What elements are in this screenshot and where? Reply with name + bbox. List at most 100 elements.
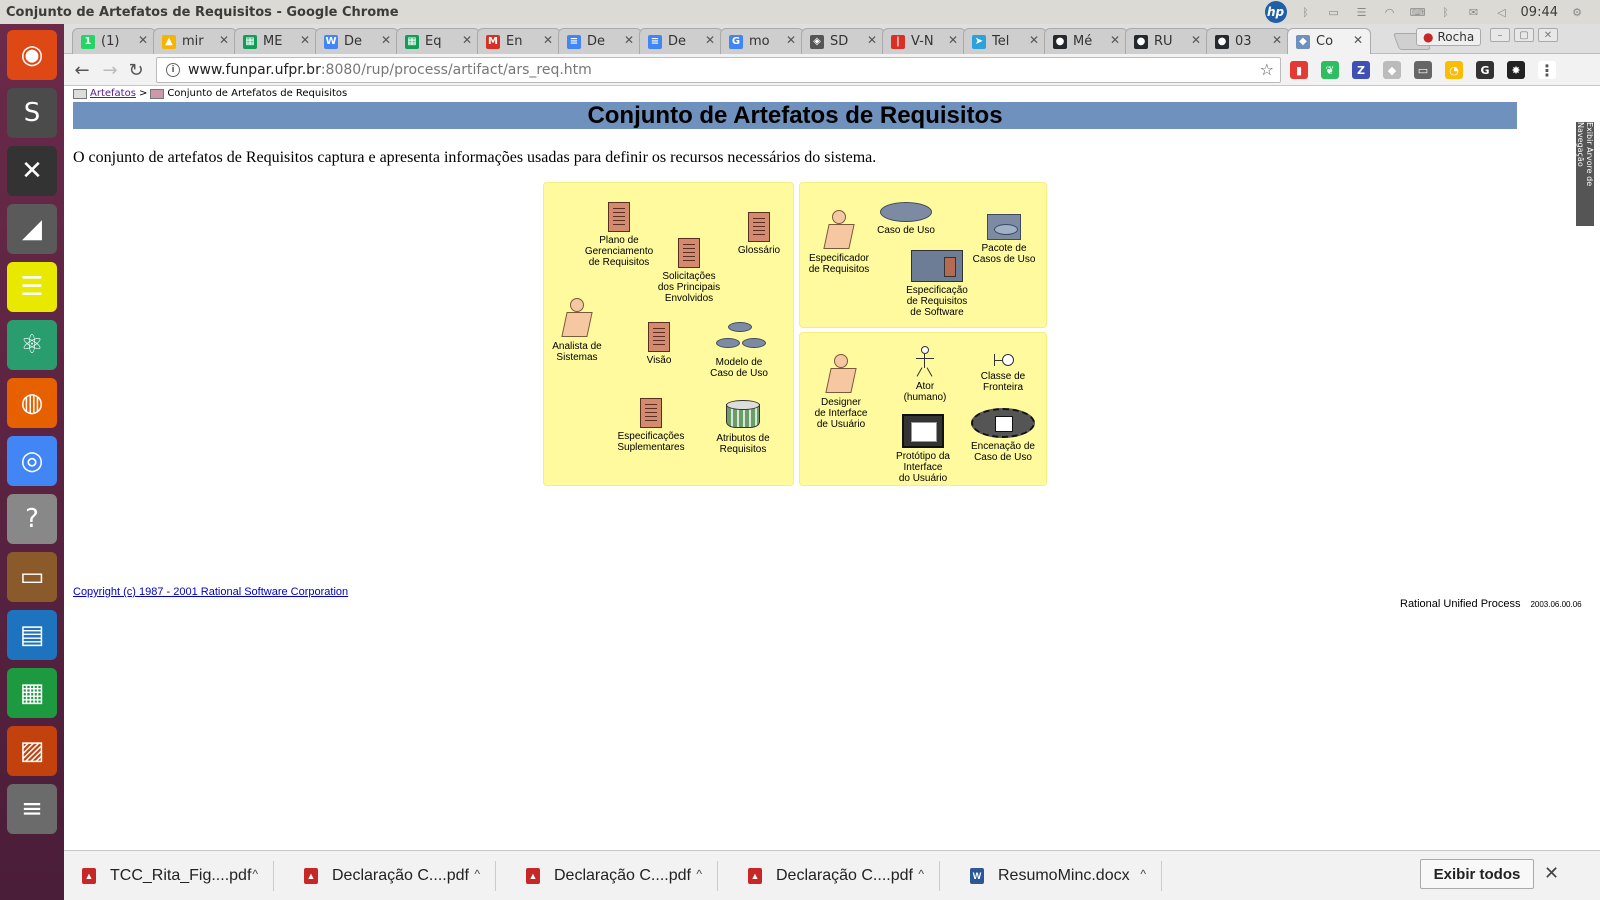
- pdf-reader-icon[interactable]: ◢: [7, 204, 57, 254]
- info-icon[interactable]: i: [166, 63, 180, 77]
- keyboard-layout-icon[interactable]: ⌨: [1409, 6, 1427, 19]
- user-interface-designer[interactable]: Designer de Interface de Usuário: [805, 354, 877, 430]
- chevron-up-icon[interactable]: ^: [252, 867, 258, 881]
- download-item[interactable]: ▲ Declaração C....pdf ^: [286, 857, 496, 895]
- tab-close-icon[interactable]: ✕: [786, 33, 796, 47]
- bookmark-star-icon[interactable]: ☆: [1260, 60, 1274, 79]
- ubuntu-dash-icon[interactable]: ◉: [7, 30, 57, 80]
- mail-indicator-icon[interactable]: ✉: [1465, 6, 1483, 19]
- tab-close-icon[interactable]: ✕: [381, 33, 391, 47]
- stakeholder-requests[interactable]: Solicitações dos Principais Envolvidos: [653, 238, 725, 304]
- clock[interactable]: 09:44: [1521, 5, 1558, 20]
- settings-gear-icon[interactable]: ⚙: [1568, 6, 1586, 19]
- download-item[interactable]: W ResumoMinc.docx ^: [952, 857, 1162, 895]
- boundary-class[interactable]: Classe de Fronteira: [969, 352, 1037, 393]
- chevron-up-icon[interactable]: ^: [1140, 867, 1146, 881]
- download-item[interactable]: ▲ Declaração C....pdf ^: [508, 857, 718, 895]
- wifi-icon[interactable]: ◠: [1381, 6, 1399, 19]
- tab[interactable]: | V-N ✕: [882, 28, 966, 54]
- tab[interactable]: Gmo ✕: [720, 28, 804, 54]
- tab[interactable]: W De ✕: [315, 28, 399, 54]
- tab[interactable]: ▦ Eq ✕: [396, 28, 480, 54]
- navigation-tree-toggle[interactable]: Exibir Árvore de Navegação: [1576, 122, 1594, 226]
- tab-close-icon[interactable]: ✕: [1110, 33, 1120, 47]
- tab[interactable]: ● Mé ✕: [1044, 28, 1128, 54]
- calc-icon[interactable]: ▦: [7, 668, 57, 718]
- tab-close-icon[interactable]: ✕: [138, 33, 148, 47]
- glossary[interactable]: Glossário: [733, 212, 785, 256]
- help-icon[interactable]: ?: [7, 494, 57, 544]
- firefox-icon[interactable]: ◍: [7, 378, 57, 428]
- use-case-storyboard[interactable]: Encenação de Caso de Uso: [963, 408, 1043, 463]
- tab-close-icon[interactable]: ✕: [219, 33, 229, 47]
- requirements-specifier[interactable]: Especificador de Requisitos: [803, 210, 875, 275]
- tab-close-icon[interactable]: ✕: [948, 33, 958, 47]
- show-all-downloads-button[interactable]: Exibir todos: [1420, 859, 1534, 889]
- chevron-up-icon[interactable]: ^: [918, 867, 924, 881]
- use-case[interactable]: Caso de Uso: [869, 202, 943, 236]
- tab[interactable]: 1 (1) ✕: [72, 28, 156, 54]
- grammarly-extension-icon[interactable]: G: [1476, 61, 1494, 79]
- files-icon[interactable]: ▭: [7, 552, 57, 602]
- address-bar[interactable]: i www.funpar.ufpr.br:8080/rup/process/ar…: [156, 57, 1281, 83]
- tab-close-icon[interactable]: ✕: [1191, 33, 1201, 47]
- profile-button[interactable]: ● Rocha: [1416, 28, 1482, 46]
- tab[interactable]: ≡ De ✕: [639, 28, 723, 54]
- menu-icon[interactable]: ⋮: [1538, 61, 1556, 80]
- tab[interactable]: ◈ SD ✕: [801, 28, 885, 54]
- download-item[interactable]: ▲ Declaração C....pdf ^: [730, 857, 940, 895]
- tab-close-icon[interactable]: ✕: [462, 33, 472, 47]
- actor-human[interactable]: Ator (humano): [893, 346, 957, 403]
- hp-icon[interactable]: hp: [1264, 1, 1287, 23]
- keyboard-indicator-icon[interactable]: ☰: [1353, 6, 1371, 19]
- back-arrow-icon[interactable]: ←: [72, 60, 92, 81]
- chevron-up-icon[interactable]: ^: [696, 867, 702, 881]
- requirements-management-plan[interactable]: Plano de Gerenciamento de Requisitos: [583, 202, 655, 268]
- chrome-icon[interactable]: ◎: [7, 436, 57, 486]
- minimize-button[interactable]: –: [1490, 28, 1510, 42]
- bar-chart-extension-icon[interactable]: ▮: [1290, 61, 1308, 79]
- forward-arrow-icon[interactable]: →: [100, 60, 120, 81]
- cast-icon[interactable]: ▭: [1414, 61, 1432, 79]
- tab-close-icon[interactable]: ✕: [1272, 33, 1282, 47]
- tab[interactable]: ≡ De ✕: [558, 28, 642, 54]
- systems-analyst[interactable]: Analista de Sistemas: [547, 298, 607, 363]
- notes-icon[interactable]: ☰: [7, 262, 57, 312]
- impress-icon[interactable]: ▨: [7, 726, 57, 776]
- chevron-up-icon[interactable]: ^: [474, 867, 480, 881]
- evernote-extension-icon[interactable]: ❦: [1321, 61, 1339, 79]
- download-item[interactable]: ▲ TCC_Rita_Fig....pdf ^: [64, 857, 274, 895]
- tab[interactable]: ◆ Co ✕: [1287, 28, 1371, 54]
- tab-close-icon[interactable]: ✕: [624, 33, 634, 47]
- google-extension-icon[interactable]: ◔: [1445, 61, 1463, 79]
- tab-close-icon[interactable]: ✕: [1029, 33, 1039, 47]
- battery-icon[interactable]: ▭: [1325, 6, 1343, 19]
- close-icon[interactable]: ✕: [1544, 863, 1559, 884]
- tab-close-icon[interactable]: ✕: [300, 33, 310, 47]
- use-case-model[interactable]: Modelo de Caso de Uso: [703, 320, 775, 379]
- bluetooth-icon[interactable]: ᛒ: [1297, 6, 1315, 19]
- maximize-button[interactable]: ▢: [1514, 28, 1534, 42]
- tab-close-icon[interactable]: ✕: [705, 33, 715, 47]
- tab[interactable]: ● RU ✕: [1125, 28, 1209, 54]
- volume-icon[interactable]: ◁: [1493, 6, 1511, 19]
- close-window-button[interactable]: ✕: [1538, 28, 1558, 42]
- pin-extension-icon[interactable]: ◆: [1383, 61, 1401, 79]
- use-case-package[interactable]: Pacote de Casos de Uso: [967, 214, 1041, 265]
- tab-close-icon[interactable]: ✕: [1353, 33, 1363, 47]
- writer-icon[interactable]: ▤: [7, 610, 57, 660]
- tab[interactable]: ➤ Tel ✕: [963, 28, 1047, 54]
- tab[interactable]: M En ✕: [477, 28, 561, 54]
- bluetooth-icon-2[interactable]: ᛒ: [1437, 6, 1455, 19]
- tab[interactable]: ● 03 ✕: [1206, 28, 1290, 54]
- tab[interactable]: ▲ mir ✕: [153, 28, 237, 54]
- tab[interactable]: ▦ ME ✕: [234, 28, 318, 54]
- tab-close-icon[interactable]: ✕: [867, 33, 877, 47]
- vision[interactable]: Visão: [639, 322, 679, 366]
- xournal-icon[interactable]: ✕: [7, 146, 57, 196]
- app-stack-icon[interactable]: ≡: [7, 784, 57, 834]
- requirements-attributes[interactable]: Atributos de Requisitos: [707, 400, 779, 455]
- breadcrumb-link-artefatos[interactable]: Artefatos: [90, 88, 136, 99]
- user-interface-prototype[interactable]: Protótipo da Interface do Usuário: [883, 414, 963, 484]
- copyright-link[interactable]: Copyright (c) 1987 - 2001 Rational Softw…: [73, 586, 348, 598]
